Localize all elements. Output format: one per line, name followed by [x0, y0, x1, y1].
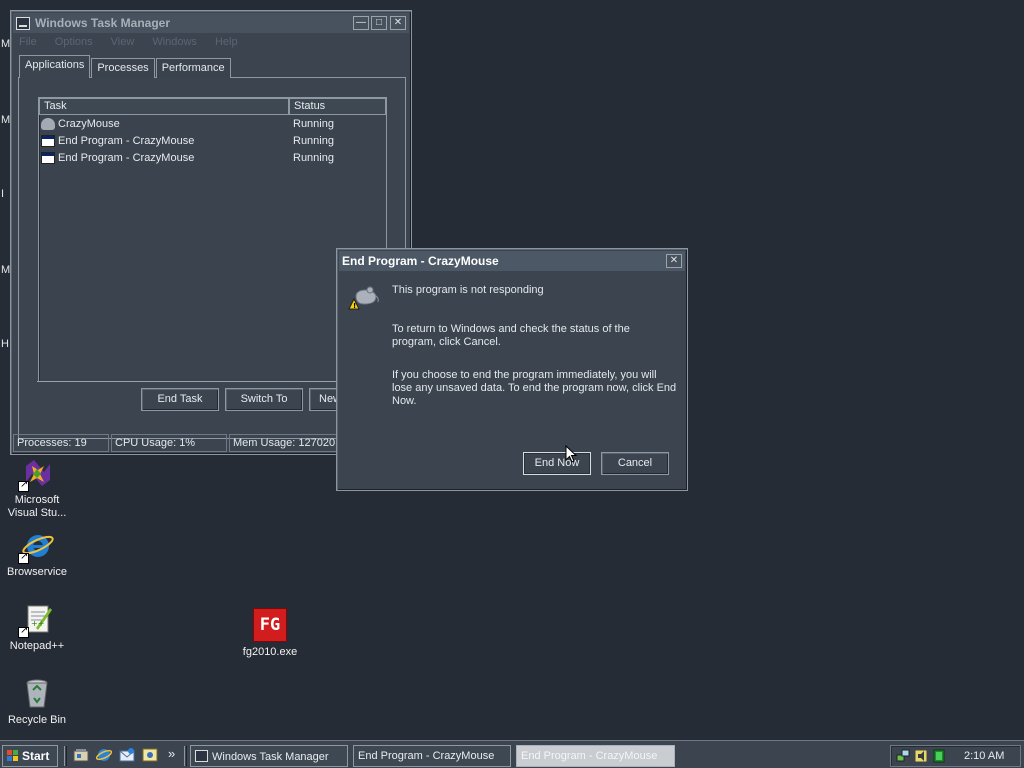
fg-app-icon: FG [253, 608, 287, 642]
task-manager-titlebar[interactable]: Windows Task Manager — □ ✕ [13, 13, 409, 33]
desktop-icon-label: Recycle Bin [7, 714, 67, 726]
list-header: Task Status [39, 98, 386, 115]
desktop-icon-label: Browservice [7, 566, 67, 578]
desktop-icon-label-partial: M [1, 38, 11, 50]
menu-windows[interactable]: Windows [152, 36, 197, 48]
start-button[interactable]: Start [2, 745, 58, 767]
end-now-warning: If you choose to end the program immedia… [392, 369, 677, 407]
end-program-dialog[interactable]: End Program - CrazyMouse ✕ ! This progra… [336, 248, 688, 491]
internet-explorer-icon [18, 528, 54, 564]
desktop-icon-label: fg2010.exe [242, 646, 298, 658]
mouse-cursor-icon [565, 444, 578, 464]
quick-launch-overflow[interactable]: » [168, 746, 175, 761]
task-name: CrazyMouse [58, 117, 120, 130]
end-now-button[interactable]: End Now [523, 452, 591, 475]
cancel-instructions: To return to Windows and check the statu… [392, 323, 630, 348]
dialog-title: End Program - CrazyMouse [342, 254, 499, 268]
visual-studio-icon [18, 456, 54, 492]
end-task-button[interactable]: End Task [141, 388, 219, 411]
column-header-status[interactable]: Status [289, 98, 386, 115]
status-processes: Processes: 19 [13, 434, 109, 452]
task-manager-menubar: File Options View Windows Help [11, 33, 411, 51]
tab-applications[interactable]: Applications [19, 55, 91, 78]
system-tray: 2:10 AM [890, 745, 1021, 767]
monitor-status-icon[interactable] [932, 749, 946, 763]
window-icon [41, 151, 55, 164]
desktop-icon-visual-studio[interactable]: Microsoft Visual Stu... [0, 456, 74, 520]
windows-flag-icon [7, 750, 19, 762]
applications-list[interactable]: Task Status CrazyMouse Running End Progr… [38, 97, 387, 382]
maximize-button[interactable]: □ [371, 16, 387, 30]
taskbar-button-label: Windows Task Manager [212, 751, 329, 763]
desktop-icon-label-partial: H [1, 338, 9, 350]
dialog-titlebar[interactable]: End Program - CrazyMouse ✕ [339, 251, 685, 271]
task-manager-app-icon [195, 750, 208, 762]
desktop-icon-label-partial: M [1, 264, 11, 276]
internet-explorer-icon[interactable] [95, 747, 113, 763]
taskbar-grip [64, 746, 67, 766]
desktop-icon-notepad-plus-plus[interactable]: ++ Notepad++ [0, 602, 74, 653]
task-name: End Program - CrazyMouse [58, 134, 195, 147]
outlook-express-icon[interactable] [119, 747, 135, 763]
close-button[interactable]: ✕ [666, 254, 682, 268]
table-row[interactable]: End Program - CrazyMouse Running [39, 132, 386, 149]
recycle-bin-icon [20, 676, 54, 710]
desktop-icon-label-partial: I [1, 188, 5, 200]
menu-view[interactable]: View [111, 36, 135, 48]
desktop-icon-fg2010[interactable]: FG fg2010.exe [233, 608, 307, 659]
svg-text:!: ! [353, 302, 356, 310]
close-button[interactable]: ✕ [390, 16, 406, 30]
taskbar-button-end-program-active[interactable]: End Program - CrazyMouse [516, 745, 675, 767]
cancel-button[interactable]: Cancel [601, 452, 669, 475]
task-manager-tabs: Applications Processes Performance [19, 55, 232, 78]
speaker-icon[interactable] [914, 749, 928, 763]
taskbar-button-task-manager[interactable]: Windows Task Manager [190, 745, 348, 767]
desktop-icon-browservice[interactable]: Browservice [0, 528, 74, 579]
task-status: Running [293, 151, 334, 164]
task-status: Running [293, 117, 334, 130]
desktop-icon-label: Notepad++ [9, 640, 65, 652]
network-icon[interactable] [896, 749, 910, 763]
taskbar-grip [184, 746, 187, 766]
minimize-button[interactable]: — [353, 16, 369, 30]
status-cpu-usage: CPU Usage: 1% [111, 434, 227, 452]
svg-text:++: ++ [31, 619, 44, 628]
task-manager-app-icon [16, 16, 30, 30]
column-header-task[interactable]: Task [39, 98, 289, 115]
table-row[interactable]: CrazyMouse Running [39, 115, 386, 132]
task-name: End Program - CrazyMouse [58, 151, 195, 164]
window-icon [41, 134, 55, 147]
start-label: Start [22, 749, 50, 763]
taskbar-clock[interactable]: 2:10 AM [964, 750, 1004, 762]
warning-mouse-icon: ! [348, 282, 380, 312]
taskbar: Start » Windows Task Manager End Program… [0, 740, 1024, 768]
task-manager-title: Windows Task Manager [35, 16, 171, 30]
desktop-icon-recycle-bin[interactable]: Recycle Bin [0, 676, 74, 727]
mouse-icon [41, 117, 55, 130]
show-desktop-icon[interactable] [73, 747, 89, 763]
fg-app-icon-text: FG [259, 615, 281, 635]
menu-file[interactable]: File [19, 36, 37, 48]
tab-performance[interactable]: Performance [155, 58, 231, 78]
notepad-plus-plus-icon: ++ [18, 602, 54, 638]
menu-options[interactable]: Options [55, 36, 93, 48]
desktop-icon-label: Microsoft Visual Stu... [7, 494, 67, 519]
not-responding-message: This program is not responding [392, 284, 544, 296]
windows-media-icon[interactable] [142, 747, 158, 763]
desktop-icon-label-partial: M [1, 114, 11, 126]
switch-to-button[interactable]: Switch To [225, 388, 303, 411]
task-status: Running [293, 134, 334, 147]
menu-help[interactable]: Help [215, 36, 238, 48]
table-row[interactable]: End Program - CrazyMouse Running [39, 149, 386, 166]
tab-processes[interactable]: Processes [91, 58, 155, 78]
taskbar-button-end-program[interactable]: End Program - CrazyMouse [353, 745, 511, 767]
